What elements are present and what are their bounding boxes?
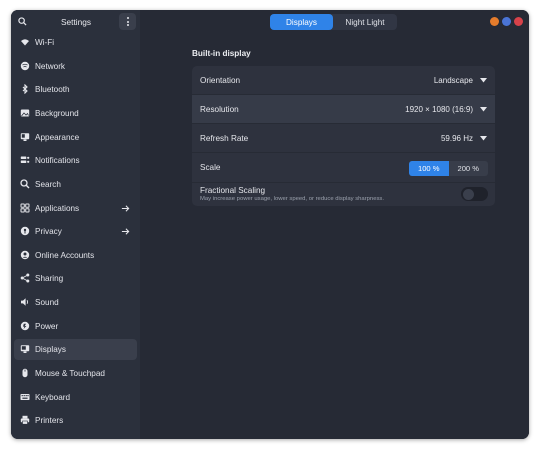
- sidebar-item-sound[interactable]: Sound: [14, 292, 137, 313]
- close-button[interactable]: [514, 17, 523, 26]
- sidebar-item-label: Mouse & Touchpad: [35, 369, 105, 378]
- appearance-icon: [20, 133, 30, 141]
- refresh-rate-label: Refresh Rate: [200, 134, 249, 143]
- sidebar-item-label: Notifications: [35, 156, 80, 165]
- arrow-right-icon: [121, 205, 130, 212]
- sidebar-item-label: Power: [35, 322, 59, 331]
- fractional-scaling-switch[interactable]: [461, 187, 488, 201]
- mouse-icon: [22, 368, 28, 378]
- displays-icon: [20, 345, 30, 353]
- more-vertical-icon: [126, 17, 129, 26]
- sidebar-item-privacy[interactable]: Privacy: [14, 221, 137, 242]
- printers-icon: [20, 415, 30, 425]
- scale-label: Scale: [200, 163, 221, 172]
- sidebar: Settings Wi-Fi Network Bluetooth Background…: [11, 10, 140, 439]
- orientation-value: Landscape: [433, 76, 473, 85]
- scale-selector: 100 % 200 %: [409, 161, 488, 176]
- scale-200-button[interactable]: 200 %: [448, 161, 488, 176]
- keyboard-icon: [20, 394, 30, 400]
- settings-window: Settings Wi-Fi Network Bluetooth Background…: [11, 10, 529, 439]
- sidebar-item-label: Background: [35, 109, 79, 118]
- sidebar-item-network[interactable]: Network: [14, 56, 137, 77]
- bluetooth-icon: [22, 84, 28, 94]
- sidebar-item-search[interactable]: Search: [14, 174, 137, 195]
- fractional-scaling-label: Fractional Scaling: [200, 186, 266, 195]
- power-icon: [20, 321, 30, 331]
- tab-displays[interactable]: Displays: [270, 14, 333, 30]
- sidebar-item-label: Applications: [35, 204, 80, 213]
- sidebar-item-sharing[interactable]: Sharing: [14, 268, 137, 289]
- fractional-scaling-description: May increase power usage, lower speed, o…: [200, 196, 385, 202]
- sidebar-item-label: Sharing: [35, 274, 64, 283]
- wifi-icon: [21, 39, 29, 46]
- refresh-rate-value: 59.96 Hz: [440, 134, 473, 143]
- chevron-down-icon: [480, 107, 487, 112]
- sidebar-item-printers[interactable]: Printers: [14, 410, 137, 431]
- sidebar-item-label: Appearance: [35, 133, 80, 142]
- refresh-rate-row[interactable]: Refresh Rate 59.96 Hz: [192, 124, 495, 153]
- sidebar-item-notifications[interactable]: Notifications: [14, 150, 137, 171]
- sidebar-item-wi-fi[interactable]: Wi-Fi: [14, 32, 137, 53]
- applications-icon: [20, 203, 30, 213]
- sidebar-item-online-accounts[interactable]: Online Accounts: [14, 245, 137, 266]
- sidebar-item-label: Privacy: [35, 227, 62, 236]
- sharing-icon: [20, 273, 30, 283]
- maximize-button[interactable]: [502, 17, 511, 26]
- sidebar-item-displays[interactable]: Displays: [14, 339, 137, 360]
- minimize-button[interactable]: [490, 17, 499, 26]
- sidebar-item-background[interactable]: Background: [14, 103, 137, 124]
- switch-knob: [462, 188, 474, 200]
- network-icon: [20, 61, 30, 71]
- resolution-row[interactable]: Resolution 1920 × 1080 (16:9): [192, 95, 495, 124]
- sidebar-item-label: Keyboard: [35, 393, 71, 402]
- header-bar: Displays Night Light: [140, 10, 529, 33]
- sound-icon: [21, 298, 29, 306]
- chevron-down-icon: [480, 136, 487, 141]
- main-panel: Displays Night Light Built-in display Or…: [140, 10, 529, 439]
- notifications-icon: [20, 156, 30, 163]
- sidebar-item-keyboard[interactable]: Keyboard: [14, 387, 137, 408]
- search-button[interactable]: [14, 13, 31, 30]
- display-settings-list: Orientation Landscape Resolution 1920 × …: [192, 66, 495, 206]
- menu-button[interactable]: [119, 13, 136, 30]
- sidebar-title: Settings: [61, 17, 91, 27]
- section-title: Built-in display: [192, 49, 251, 58]
- search-icon: [18, 17, 27, 26]
- arrow-right-icon: [121, 228, 130, 235]
- background-icon: [20, 109, 30, 117]
- search-icon: [20, 179, 30, 189]
- sidebar-item-applications[interactable]: Applications: [14, 198, 137, 219]
- resolution-value: 1920 × 1080 (16:9): [405, 105, 473, 114]
- orientation-row[interactable]: Orientation Landscape: [192, 66, 495, 95]
- sidebar-item-label: Bluetooth: [35, 85, 70, 94]
- orientation-label: Orientation: [200, 76, 241, 85]
- online-accounts-icon: [20, 250, 30, 260]
- scale-row: Scale 100 % 200 %: [192, 153, 495, 182]
- view-switcher: Displays Night Light: [270, 14, 397, 30]
- sidebar-item-power[interactable]: Power: [14, 316, 137, 337]
- sidebar-item-label: Sound: [35, 298, 59, 307]
- fractional-scaling-row: Fractional Scaling May increase power us…: [192, 183, 495, 206]
- chevron-down-icon: [480, 78, 487, 83]
- sidebar-item-appearance[interactable]: Appearance: [14, 127, 137, 148]
- sidebar-item-bluetooth[interactable]: Bluetooth: [14, 79, 137, 100]
- privacy-icon: [20, 226, 30, 236]
- sidebar-item-label: Search: [35, 180, 61, 189]
- sidebar-item-label: Printers: [35, 416, 64, 425]
- sidebar-item-label: Displays: [35, 345, 66, 354]
- sidebar-item-label: Wi-Fi: [35, 38, 55, 47]
- sidebar-header: Settings: [11, 10, 140, 33]
- sidebar-item-label: Online Accounts: [35, 251, 95, 260]
- sidebar-item-mouse-touchpad[interactable]: Mouse & Touchpad: [14, 363, 137, 384]
- sidebar-item-label: Network: [35, 62, 66, 71]
- resolution-label: Resolution: [200, 105, 239, 114]
- scale-100-button[interactable]: 100 %: [409, 161, 449, 176]
- tab-night-light[interactable]: Night Light: [333, 14, 397, 30]
